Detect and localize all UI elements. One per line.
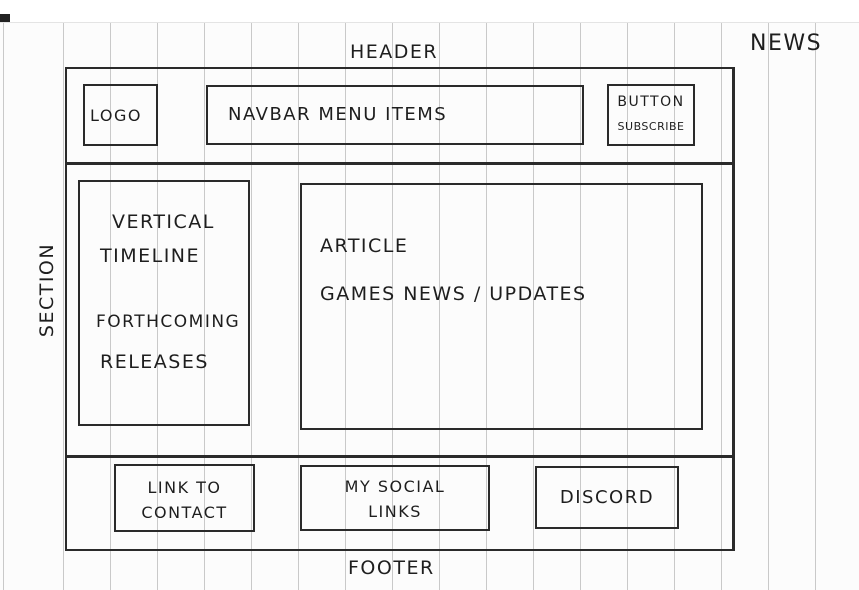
article-label-line1: ARTICLE (320, 235, 409, 257)
footer-divider (65, 455, 735, 458)
timeline-label-line1: VERTICAL (112, 211, 215, 233)
footer-label: FOOTER (348, 557, 435, 579)
subscribe-button-label-line1: BUTTON (617, 94, 685, 110)
article-box (300, 183, 703, 430)
paper-torn-edge (0, 0, 859, 23)
header-label: HEADER (350, 41, 439, 63)
article-label-line2: GAMES NEWS / UPDATES (320, 283, 587, 305)
paper-corner-mark (0, 14, 10, 22)
contact-link-label-line1: LINK TO (147, 478, 222, 497)
timeline-label-line2: TIMELINE (100, 245, 201, 267)
header-divider (65, 162, 735, 165)
contact-link-label-line2: CONTACT (141, 503, 228, 522)
discord-label: DISCORD (559, 487, 655, 508)
social-links-label-line1: MY SOCIAL (344, 477, 446, 496)
social-links-label-line2: LINKS (368, 502, 422, 521)
section-label: SECTION (36, 242, 58, 338)
navbar-label: NAVBAR MENU ITEMS (228, 104, 448, 125)
releases-label-line2: RELEASES (100, 351, 209, 373)
page-label: NEWS (750, 31, 823, 56)
releases-label-line1: FORTHCOMING (96, 312, 241, 332)
logo-label: LOGO (90, 106, 142, 125)
subscribe-button-label-line2: SUBSCRIBE (617, 120, 685, 133)
